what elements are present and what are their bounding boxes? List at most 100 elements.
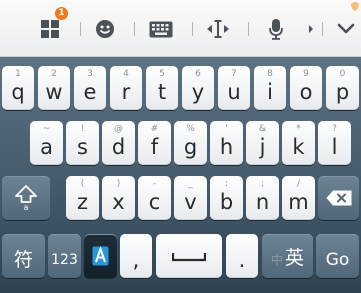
key-e[interactable]: 3 e (74, 66, 106, 110)
toolbar-divider (80, 22, 81, 36)
go-key-label: Go (325, 250, 350, 270)
key-i[interactable]: 8 i (254, 66, 286, 110)
key-k[interactable]: * k (282, 121, 315, 165)
key-hint: 9 (303, 69, 309, 79)
numbers-key-label: 123 (51, 252, 78, 268)
key-label: b (219, 190, 234, 214)
numbers-key[interactable]: 123 (48, 234, 81, 278)
key-hint: 2 (51, 69, 57, 79)
lang-english-label: 英 (285, 247, 305, 269)
key-p[interactable]: 0 p (326, 66, 359, 110)
key-y[interactable]: 6 y (182, 66, 214, 110)
chevron-down-glyph (337, 23, 355, 34)
apps-icon[interactable]: 1 (38, 7, 68, 48)
key-l[interactable]: ? l (318, 121, 351, 165)
backspace-key[interactable] (318, 176, 359, 220)
key-m[interactable]: / m (282, 176, 315, 220)
key-a[interactable]: ~ a (30, 121, 63, 165)
space-bar-icon (172, 253, 206, 262)
go-key[interactable]: Go (316, 234, 359, 278)
toolbar-divider (134, 22, 135, 36)
key-f[interactable]: # f (138, 121, 171, 165)
symbols-key[interactable]: 符 (2, 234, 45, 278)
key-o[interactable]: 9 o (290, 66, 322, 110)
language-switch-key[interactable]: 中英 (262, 234, 313, 278)
key-hint: @ (114, 124, 123, 134)
key-hint: 5 (159, 69, 165, 79)
key-d[interactable]: @ d (102, 121, 135, 165)
key-n[interactable]: ; n (246, 176, 279, 220)
key-hint: % (186, 124, 195, 134)
emoji-icon[interactable] (93, 10, 117, 48)
apps-badge: 1 (55, 7, 68, 20)
shift-key[interactable]: a (2, 176, 50, 220)
comma-key[interactable]: , (120, 234, 152, 278)
keyboard-toolbar: 1 (0, 0, 361, 57)
key-label: s (77, 135, 88, 159)
key-w[interactable]: 2 w (38, 66, 70, 110)
key-label: c (148, 190, 161, 214)
small-arrow-glyph (309, 25, 313, 33)
key-hint: ~ (42, 124, 51, 134)
key-label: n (255, 190, 270, 214)
toolbar-divider (192, 22, 193, 36)
key-x[interactable]: ) x (102, 176, 135, 220)
key-hint: ? (332, 124, 337, 134)
key-hint: 0 (339, 69, 346, 79)
keyboard-area: 1 q 2 w 3 e 4 r 5 t 6 y 7 u 8 i 9 o 0 p … (0, 57, 361, 293)
toolbar-divider (248, 22, 249, 36)
input-method-logo-icon (92, 246, 109, 266)
key-label: a (40, 135, 53, 159)
key-hint: : (224, 179, 229, 189)
key-hint: 3 (87, 69, 93, 79)
key-hint: ; (260, 179, 265, 189)
key-hint: ' (225, 124, 228, 134)
menu-arrow-icon[interactable] (306, 10, 316, 48)
period-key[interactable]: . (226, 234, 258, 278)
key-label: e (83, 80, 97, 104)
key-s[interactable]: ! s (66, 121, 99, 165)
cursor-icon[interactable] (205, 10, 231, 48)
brand-logo-icon (351, 2, 359, 11)
key-hint: * (296, 124, 301, 134)
key-label: y (191, 80, 205, 104)
key-v[interactable]: _ v (174, 176, 207, 220)
comma-key-label: , (132, 248, 140, 272)
key-hint: & (258, 124, 267, 134)
toolbar-divider (322, 22, 323, 36)
key-hint: 1 (15, 69, 21, 79)
key-label: f (150, 135, 159, 159)
key-hint: 8 (267, 69, 273, 79)
key-hint: 6 (195, 69, 201, 79)
keyboard-glyph (149, 21, 173, 37)
key-g[interactable]: % g (174, 121, 207, 165)
key-u[interactable]: 7 u (218, 66, 250, 110)
key-hint: _ (188, 179, 193, 189)
symbols-key-label: 符 (13, 249, 33, 271)
ime-switch-key[interactable] (84, 234, 117, 278)
key-j[interactable]: & j (246, 121, 279, 165)
key-h[interactable]: ' h (210, 121, 243, 165)
key-b[interactable]: : b (210, 176, 243, 220)
key-hint: # (150, 124, 159, 134)
key-label: q (11, 80, 25, 104)
apps-grid-glyph (41, 20, 59, 38)
key-hint: 4 (123, 69, 129, 79)
key-r[interactable]: 4 r (110, 66, 142, 110)
key-c[interactable]: - c (138, 176, 171, 220)
space-key[interactable] (156, 234, 222, 278)
key-q[interactable]: 1 q (2, 66, 34, 110)
key-label: t (157, 80, 167, 104)
key-label: m (288, 190, 309, 214)
period-key-label: . (238, 248, 246, 272)
key-z[interactable]: ( z (66, 176, 99, 220)
key-label: r (121, 80, 131, 104)
key-t[interactable]: 5 t (146, 66, 178, 110)
collapse-chevron-icon[interactable] (335, 10, 357, 48)
microphone-icon[interactable] (265, 10, 287, 48)
microphone-glyph (269, 19, 283, 40)
key-label: l (331, 135, 338, 159)
key-label: j (259, 135, 266, 159)
emoji-glyph (96, 20, 114, 38)
keyboard-icon[interactable] (148, 10, 174, 48)
